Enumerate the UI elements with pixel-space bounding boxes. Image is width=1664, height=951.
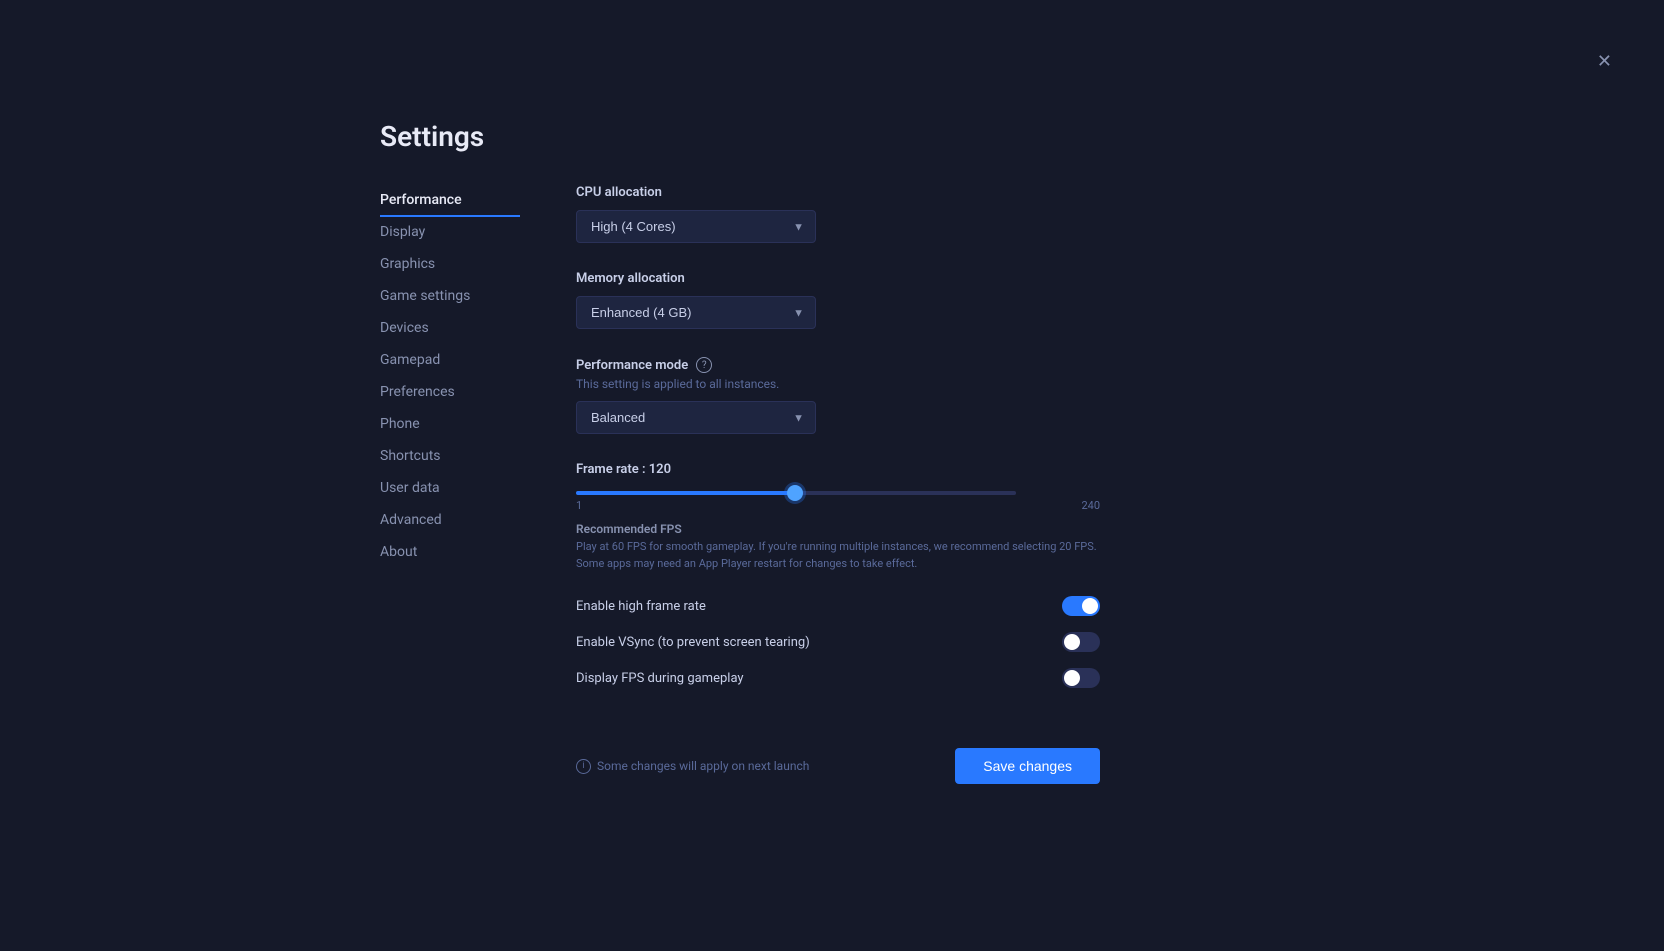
sidebar-item-performance[interactable]: Performance (380, 185, 520, 217)
slider-min: 1 (576, 499, 582, 512)
slider-max: 240 (1081, 499, 1100, 512)
fps-hint-title: Recommended FPS (576, 522, 1100, 536)
performance-mode-hint: This setting is applied to all instances… (576, 377, 1100, 391)
memory-label: Memory allocation (576, 271, 1100, 286)
close-button[interactable]: ✕ (1593, 48, 1616, 74)
settings-container: Settings PerformanceDisplayGraphicsGame … (380, 120, 1100, 784)
info-icon: i (576, 759, 591, 774)
sidebar-item-gamepad[interactable]: Gamepad (380, 345, 520, 377)
memory-section: Memory allocation Low (1 GB)Medium (2 GB… (576, 271, 1100, 329)
toggle-vsync[interactable] (1062, 632, 1100, 652)
footer-note-text: Some changes will apply on next launch (597, 759, 809, 773)
sidebar-item-graphics[interactable]: Graphics (380, 249, 520, 281)
sidebar-item-shortcuts[interactable]: Shortcuts (380, 441, 520, 473)
content-area: CPU allocation Low (1 Core)Medium (2 Cor… (576, 185, 1100, 784)
performance-mode-select[interactable]: Power savingBalancedHigh performance (576, 401, 816, 434)
toggle-knob-vsync (1064, 634, 1080, 650)
help-icon[interactable]: ? (696, 357, 712, 373)
toggle-label-display-fps: Display FPS during gameplay (576, 671, 744, 686)
frame-rate-slider[interactable] (576, 491, 1016, 495)
toggle-display-fps[interactable] (1062, 668, 1100, 688)
frame-rate-label: Frame rate : 120 (576, 462, 1100, 477)
memory-select[interactable]: Low (1 GB)Medium (2 GB)Enhanced (4 GB)Hi… (576, 296, 816, 329)
toggle-row-display-fps: Display FPS during gameplay (576, 660, 1100, 696)
toggle-knob-high-frame-rate (1082, 598, 1098, 614)
sidebar-item-game-settings[interactable]: Game settings (380, 281, 520, 313)
toggle-row-high-frame-rate: Enable high frame rate (576, 588, 1100, 624)
fps-hint-text: Play at 60 FPS for smooth gameplay. If y… (576, 539, 1100, 572)
toggle-label-high-frame-rate: Enable high frame rate (576, 599, 706, 614)
performance-mode-header: Performance mode ? (576, 357, 1100, 373)
cpu-section: CPU allocation Low (1 Core)Medium (2 Cor… (576, 185, 1100, 243)
toggle-high-frame-rate[interactable] (1062, 596, 1100, 616)
footer: i Some changes will apply on next launch… (576, 732, 1100, 784)
sidebar-item-devices[interactable]: Devices (380, 313, 520, 345)
sidebar: PerformanceDisplayGraphicsGame settingsD… (380, 185, 520, 784)
close-icon: ✕ (1597, 51, 1612, 71)
fps-hint: Recommended FPS Play at 60 FPS for smoot… (576, 522, 1100, 572)
settings-layout: PerformanceDisplayGraphicsGame settingsD… (380, 185, 1100, 784)
footer-note: i Some changes will apply on next launch (576, 759, 809, 774)
sidebar-item-preferences[interactable]: Preferences (380, 377, 520, 409)
page-title: Settings (380, 120, 1100, 153)
toggles-container: Enable high frame rate Enable VSync (to p… (576, 588, 1100, 696)
cpu-select[interactable]: Low (1 Core)Medium (2 Cores)High (4 Core… (576, 210, 816, 243)
sidebar-item-user-data[interactable]: User data (380, 473, 520, 505)
sidebar-item-display[interactable]: Display (380, 217, 520, 249)
memory-select-wrapper: Low (1 GB)Medium (2 GB)Enhanced (4 GB)Hi… (576, 296, 816, 329)
frame-rate-section: Frame rate : 120 1 240 Recommended FPS P… (576, 462, 1100, 696)
performance-mode-select-wrapper: Power savingBalancedHigh performance ▼ (576, 401, 816, 434)
sidebar-item-phone[interactable]: Phone (380, 409, 520, 441)
cpu-select-wrapper: Low (1 Core)Medium (2 Cores)High (4 Core… (576, 210, 816, 243)
performance-mode-section: Performance mode ? This setting is appli… (576, 357, 1100, 434)
toggle-row-vsync: Enable VSync (to prevent screen tearing) (576, 624, 1100, 660)
sidebar-item-about[interactable]: About (380, 537, 520, 569)
toggle-label-vsync: Enable VSync (to prevent screen tearing) (576, 635, 810, 650)
save-button[interactable]: Save changes (955, 748, 1100, 784)
sidebar-item-advanced[interactable]: Advanced (380, 505, 520, 537)
cpu-label: CPU allocation (576, 185, 1100, 200)
toggle-knob-display-fps (1064, 670, 1080, 686)
performance-mode-label: Performance mode (576, 358, 688, 373)
